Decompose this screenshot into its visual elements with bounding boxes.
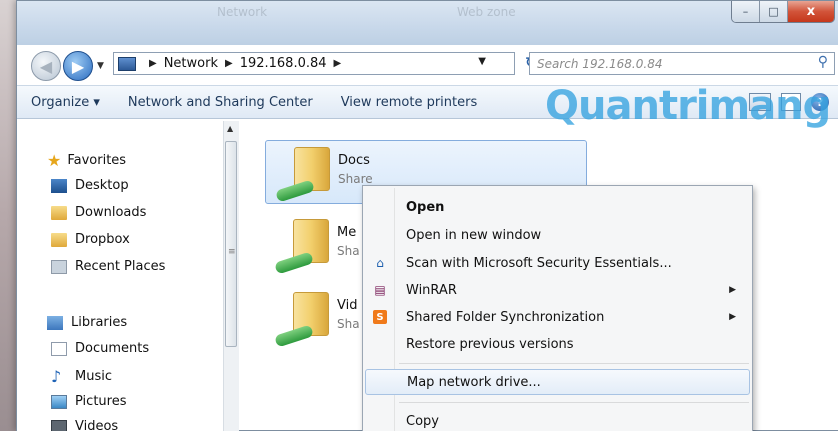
navigation-pane: ★ Favorites Desktop Downloads Dropbox Re… xyxy=(17,121,239,431)
watermark-logo: Quantrimang xyxy=(545,83,831,129)
recent-pages-dropdown[interactable]: ▼ xyxy=(97,61,104,71)
nav-label-music: Music xyxy=(75,369,112,384)
menu-label-scan: Scan with Microsoft Security Essentials.… xyxy=(406,255,672,271)
nav-label-dropbox: Dropbox xyxy=(75,232,130,247)
recent-places-icon xyxy=(51,259,67,274)
nav-item-documents[interactable]: Documents xyxy=(51,341,149,356)
address-dropdown-icon[interactable]: ▼ xyxy=(478,56,486,67)
search-input[interactable]: Search 192.168.0.84 ⚲ xyxy=(529,52,835,75)
nav-label-libraries: Libraries xyxy=(71,315,128,330)
menu-label-shared-sync: Shared Folder Synchronization xyxy=(406,309,605,325)
breadcrumb-separator-icon[interactable]: ▶ xyxy=(149,58,157,69)
nav-label-recent: Recent Places xyxy=(75,259,166,274)
item-subtitle: Share xyxy=(338,172,373,186)
network-sharing-center-button[interactable]: Network and Sharing Center xyxy=(128,95,313,110)
menu-item-map-network-drive[interactable]: Map network drive... xyxy=(365,369,750,395)
desktop-icon xyxy=(51,178,67,193)
folder-icon xyxy=(51,205,67,220)
network-icon xyxy=(118,56,136,71)
item-name: Vid xyxy=(337,298,358,313)
forward-button[interactable]: ▶ xyxy=(63,51,93,81)
music-icon: ♪ xyxy=(51,367,62,386)
forward-arrow-icon: ▶ xyxy=(71,56,85,76)
menu-label-map: Map network drive... xyxy=(407,374,541,390)
nav-item-pictures[interactable]: Pictures xyxy=(51,394,126,409)
title-bar: Network Web zone – □ x xyxy=(17,1,838,45)
nav-item-dropbox[interactable]: Dropbox xyxy=(51,232,130,247)
menu-separator xyxy=(399,363,749,364)
breadcrumb-network[interactable]: Network xyxy=(164,56,218,71)
nav-item-videos[interactable]: Videos xyxy=(51,419,118,431)
close-button[interactable]: x xyxy=(788,1,834,22)
context-menu: Open Open in new window ⌂ Scan with Micr… xyxy=(362,185,753,431)
title-ghost-right: Web zone xyxy=(457,5,516,19)
pictures-icon xyxy=(51,394,67,409)
search-icon[interactable]: ⚲ xyxy=(818,54,828,70)
item-name: Docs xyxy=(338,153,370,168)
menu-label-copy: Copy xyxy=(406,413,439,429)
back-arrow-icon: ◀ xyxy=(39,56,53,76)
nav-label-downloads: Downloads xyxy=(75,205,147,220)
nav-item-favorites[interactable]: ★ Favorites xyxy=(47,151,126,170)
submenu-arrow-icon: ▶ xyxy=(729,285,736,295)
nav-item-downloads[interactable]: Downloads xyxy=(51,205,146,220)
scroll-up-icon[interactable]: ▲ xyxy=(227,124,233,133)
view-remote-printers-button[interactable]: View remote printers xyxy=(341,95,478,110)
videos-icon xyxy=(51,419,67,431)
nav-item-music[interactable]: ♪ Music xyxy=(51,367,112,386)
breadcrumb-host[interactable]: 192.168.0.84 xyxy=(240,56,327,71)
menu-label-winrar: WinRAR xyxy=(406,282,457,298)
menu-item-copy[interactable]: Copy xyxy=(363,408,752,431)
sync-icon: S xyxy=(373,310,387,324)
documents-icon xyxy=(51,341,67,356)
menu-item-winrar[interactable]: ▤ WinRAR ▶ xyxy=(363,277,752,303)
menu-label-open-new: Open in new window xyxy=(406,227,542,243)
breadcrumb-separator-icon[interactable]: ▶ xyxy=(225,58,233,69)
item-name: Me xyxy=(337,225,357,240)
scroll-grip-icon: ≡ xyxy=(228,247,236,257)
nav-item-libraries[interactable]: Libraries xyxy=(47,315,127,330)
address-bar[interactable]: ▶ Network ▶ 192.168.0.84 ▶ ▼ xyxy=(113,52,515,75)
title-ghost-left: Network xyxy=(217,5,268,19)
nav-item-desktop[interactable]: Desktop xyxy=(51,178,129,193)
breadcrumb-separator-icon[interactable]: ▶ xyxy=(334,58,342,69)
menu-label-open: Open xyxy=(406,199,445,215)
nav-label-documents: Documents xyxy=(75,341,150,356)
organize-button[interactable]: Organize ▾ xyxy=(31,95,100,110)
submenu-arrow-icon: ▶ xyxy=(729,312,736,322)
minimize-button[interactable]: – xyxy=(732,1,760,22)
star-icon: ★ xyxy=(47,151,62,170)
search-placeholder: Search 192.168.0.84 xyxy=(537,56,663,71)
maximize-button[interactable]: □ xyxy=(760,1,788,22)
nav-label-desktop: Desktop xyxy=(75,178,129,193)
nav-label-favorites: Favorites xyxy=(67,153,127,168)
explorer-window: Network Web zone – □ x ◀ ▶ ▼ ▶ Network ▶… xyxy=(16,0,838,431)
menu-item-scan[interactable]: ⌂ Scan with Microsoft Security Essential… xyxy=(363,250,752,276)
nav-item-recent-places[interactable]: Recent Places xyxy=(51,259,165,274)
menu-label-restore: Restore previous versions xyxy=(406,336,574,352)
caption-buttons: – □ x xyxy=(731,1,835,23)
menu-item-shared-folder-sync[interactable]: S Shared Folder Synchronization ▶ xyxy=(363,304,752,330)
menu-item-open[interactable]: Open xyxy=(363,194,752,220)
nav-label-pictures: Pictures xyxy=(75,394,127,409)
menu-separator xyxy=(399,402,749,403)
winrar-icon: ▤ xyxy=(374,283,386,297)
menu-item-open-new-window[interactable]: Open in new window xyxy=(363,222,752,248)
item-subtitle: Sha xyxy=(337,317,360,331)
folder-icon xyxy=(51,232,67,247)
item-subtitle: Sha xyxy=(337,244,360,258)
libraries-icon xyxy=(47,315,63,330)
menu-item-restore[interactable]: Restore previous versions xyxy=(363,331,752,357)
nav-label-videos: Videos xyxy=(75,419,119,431)
nav-scrollbar-thumb[interactable] xyxy=(225,141,237,347)
back-button[interactable]: ◀ xyxy=(31,51,61,81)
security-essentials-icon: ⌂ xyxy=(376,256,384,270)
